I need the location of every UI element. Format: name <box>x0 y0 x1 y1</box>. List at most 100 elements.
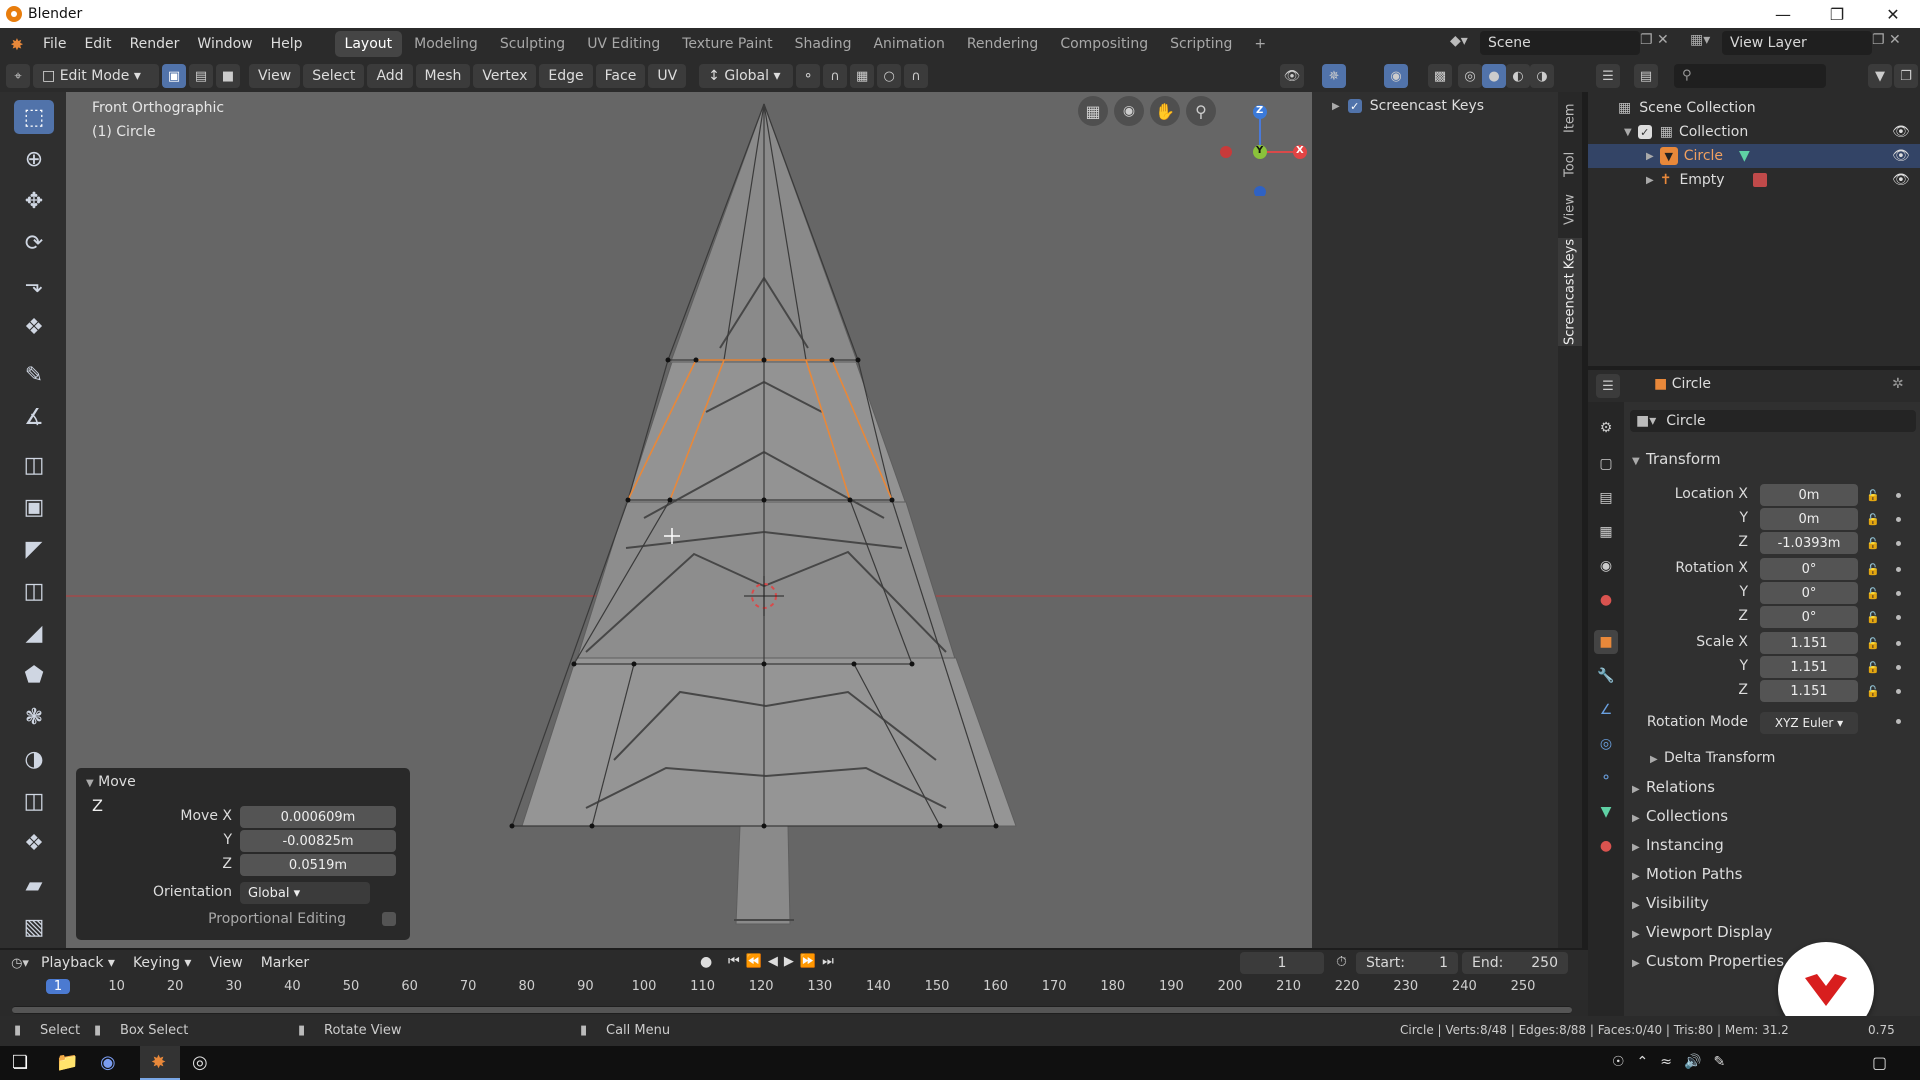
collapse-arrow-icon[interactable]: ▼ <box>86 778 94 789</box>
blender-menu-icon[interactable]: ✸ <box>0 35 34 54</box>
move-tool-icon[interactable]: ✥ <box>14 184 54 218</box>
scale-y-field[interactable]: 1.151 <box>1760 656 1858 678</box>
eye-icon[interactable]: 👁 <box>1892 124 1910 140</box>
lock-icon[interactable]: 🔓 <box>1866 536 1880 550</box>
proportional-editing-checkbox[interactable] <box>382 912 396 926</box>
tab-uv-editing[interactable]: UV Editing <box>577 31 670 57</box>
menu-playback[interactable]: Playback ▾ <box>32 950 124 976</box>
constraint-props-icon[interactable]: ⚬ <box>1594 766 1618 790</box>
menu-edit[interactable]: Edit <box>75 28 120 60</box>
new-view-layer-icon[interactable]: ❐ ✕ <box>1872 32 1901 48</box>
end-frame-field[interactable]: End: 250 <box>1462 952 1568 974</box>
screencast-keys-checkbox[interactable]: ✓ <box>1347 99 1362 113</box>
menu-timeline-view[interactable]: View <box>200 950 251 976</box>
tab-scripting[interactable]: Scripting <box>1160 31 1242 57</box>
menu-add[interactable]: Add <box>367 64 413 88</box>
lock-icon[interactable]: 🔓 <box>1866 488 1880 502</box>
menu-keying[interactable]: Keying ▾ <box>124 950 201 976</box>
tab-sculpting[interactable]: Sculpting <box>490 31 575 57</box>
camera-view-icon[interactable]: ◉ <box>1114 96 1144 126</box>
solid-shading-icon[interactable]: ● <box>1482 64 1506 88</box>
scene-field[interactable]: Scene <box>1480 31 1640 55</box>
keyframe-dot-icon[interactable] <box>1896 665 1901 670</box>
lock-icon[interactable]: 🔓 <box>1866 610 1880 624</box>
mode-dropdown[interactable]: □ Edit Mode ▾ <box>33 64 159 88</box>
spin-tool-icon[interactable]: ❃ <box>14 700 54 734</box>
lock-icon[interactable]: 🔓 <box>1866 636 1880 650</box>
menu-file[interactable]: File <box>34 28 75 60</box>
world-props-icon[interactable]: ● <box>1594 588 1618 612</box>
menu-select[interactable]: Select <box>303 64 365 88</box>
file-explorer-icon[interactable]: 📁 <box>56 1052 78 1073</box>
keyframe-dot-icon[interactable] <box>1896 641 1901 646</box>
lock-icon[interactable]: 🔓 <box>1866 684 1880 698</box>
measure-tool-icon[interactable]: ∡ <box>14 400 54 434</box>
transform-tool-icon[interactable]: ❖ <box>14 310 54 344</box>
keyframe-dot-icon[interactable] <box>1896 567 1901 572</box>
annotate-tool-icon[interactable]: ✎ <box>14 358 54 392</box>
inset-tool-icon[interactable]: ▣ <box>14 490 54 524</box>
menu-uv[interactable]: UV <box>648 64 687 88</box>
menu-marker[interactable]: Marker <box>252 950 318 976</box>
gizmo-toggle-icon[interactable]: ✵ <box>1322 64 1346 88</box>
keyframe-dot-icon[interactable] <box>1896 719 1901 724</box>
wireframe-shading-icon[interactable]: ◎ <box>1458 64 1482 88</box>
properties-editor-icon[interactable]: ☰ <box>1596 374 1620 398</box>
select-box-tool-icon[interactable]: ⬚ <box>14 100 54 134</box>
rotation-x-field[interactable]: 0° <box>1760 558 1858 580</box>
overlay-toggle-icon[interactable]: ◉ <box>1384 64 1408 88</box>
start-frame-field[interactable]: Start: 1 <box>1356 952 1458 974</box>
keyframe-dot-icon[interactable] <box>1896 493 1901 498</box>
smooth-tool-icon[interactable]: ◑ <box>14 742 54 776</box>
record-icon[interactable]: ● <box>700 954 712 970</box>
face-select-icon[interactable]: ■ <box>216 64 240 88</box>
orientation-dropdown[interactable]: Global ▾ <box>240 882 370 904</box>
stopwatch-icon[interactable]: ⏱ <box>1336 954 1347 970</box>
expand-arrow-icon[interactable]: ▶ <box>1646 175 1654 186</box>
output-props-icon[interactable]: ▤ <box>1594 486 1618 510</box>
keyframe-dot-icon[interactable] <box>1896 615 1901 620</box>
browser-icon[interactable]: ◉ <box>100 1052 116 1073</box>
object-props-icon[interactable]: ■ <box>1594 630 1618 654</box>
delta-transform-header[interactable]: ▶ Delta Transform <box>1650 750 1775 766</box>
xray-icon[interactable]: ▩ <box>1428 64 1452 88</box>
menu-vertex[interactable]: Vertex <box>473 64 537 88</box>
collection-checkbox[interactable]: ✓ <box>1637 125 1652 139</box>
collections-header[interactable]: ▶ Collections <box>1632 807 1728 825</box>
windows-start-icon[interactable]: ❏ <box>12 1052 28 1073</box>
move-y-field[interactable]: -0.00825m <box>240 830 396 852</box>
shear-tool-icon[interactable]: ▰ <box>14 868 54 902</box>
tab-screencast-keys[interactable]: Screencast Keys <box>1558 238 1582 346</box>
transform-header[interactable]: ▼ Transform <box>1632 450 1721 468</box>
edge-select-icon[interactable]: ▤ <box>189 64 213 88</box>
outliner-editor-icon[interactable]: ☰ <box>1596 64 1620 88</box>
move-z-field[interactable]: 0.0519m <box>240 854 396 876</box>
pan-view-icon[interactable]: ✋ <box>1150 96 1180 126</box>
motion-paths-header[interactable]: ▶ Motion Paths <box>1632 865 1742 883</box>
tab-tool[interactable]: Tool <box>1558 144 1582 184</box>
new-scene-icon[interactable]: ❐ ✕ <box>1640 32 1669 48</box>
menu-mesh[interactable]: Mesh <box>415 64 471 88</box>
pin-icon[interactable]: ✲ <box>1892 376 1904 392</box>
visibility-icon[interactable]: 👁 <box>1280 64 1304 88</box>
particles-props-icon[interactable]: ∠ <box>1594 698 1618 722</box>
scene-props-icon[interactable]: ◉ <box>1594 554 1618 578</box>
timeline-scrollbar-thumb[interactable] <box>12 1007 1572 1013</box>
tab-item[interactable]: Item <box>1558 96 1582 140</box>
location-z-field[interactable]: -1.0393m <box>1760 532 1858 554</box>
orientation-dropdown[interactable]: ↕ Global ▾ <box>699 64 794 88</box>
playback-controls-icon[interactable]: ⏮⏪◀▶⏩⏭ <box>728 954 840 969</box>
maximize-icon[interactable]: ❐ <box>1810 0 1864 28</box>
relations-header[interactable]: ▶ Relations <box>1632 778 1715 796</box>
shrink-fatten-tool-icon[interactable]: ❖ <box>14 826 54 860</box>
keyframe-dot-icon[interactable] <box>1896 689 1901 694</box>
lock-icon[interactable]: 🔓 <box>1866 512 1880 526</box>
menu-edge[interactable]: Edge <box>539 64 593 88</box>
current-frame-field[interactable]: 1 <box>1240 952 1324 974</box>
physics-props-icon[interactable]: ◎ <box>1594 732 1618 756</box>
new-collection-icon[interactable]: ❐ <box>1894 64 1918 88</box>
timeline-editor-icon[interactable]: ◷▾ <box>8 951 32 975</box>
visibility-header[interactable]: ▶ Visibility <box>1632 894 1709 912</box>
move-x-field[interactable]: 0.000609m <box>240 806 396 828</box>
rotation-z-field[interactable]: 0° <box>1760 606 1858 628</box>
